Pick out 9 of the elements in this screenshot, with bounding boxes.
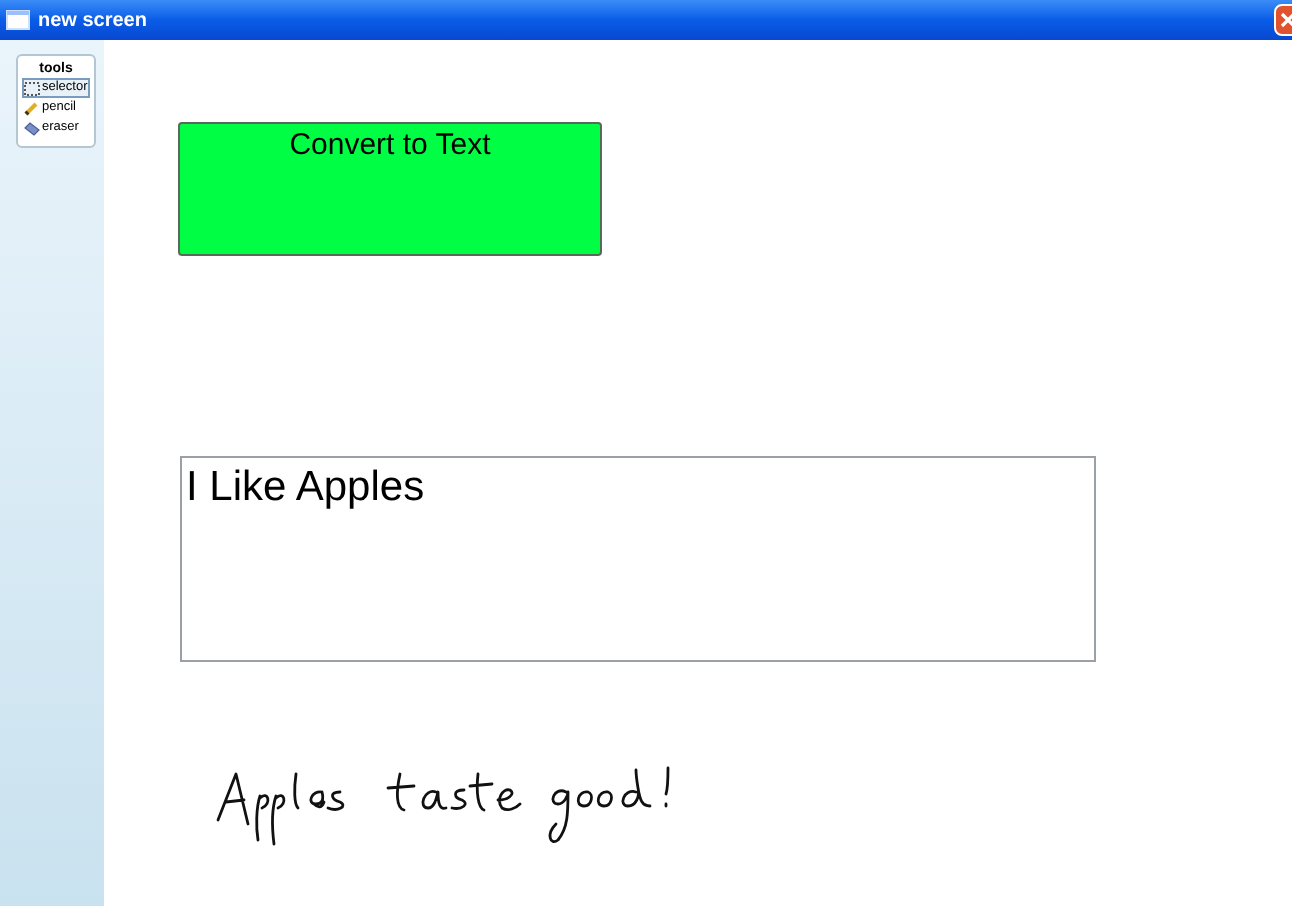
window-icon — [6, 10, 30, 30]
window-title: new screen — [38, 7, 147, 35]
selection-icon — [24, 81, 40, 95]
convert-button[interactable]: Convert to Text — [178, 122, 602, 256]
pencil-icon — [24, 101, 40, 115]
text-box-value: I Like Apples — [186, 464, 425, 510]
eraser-icon — [24, 121, 40, 135]
text-box[interactable]: I Like Apples — [180, 456, 1096, 662]
close-icon — [1280, 12, 1292, 28]
